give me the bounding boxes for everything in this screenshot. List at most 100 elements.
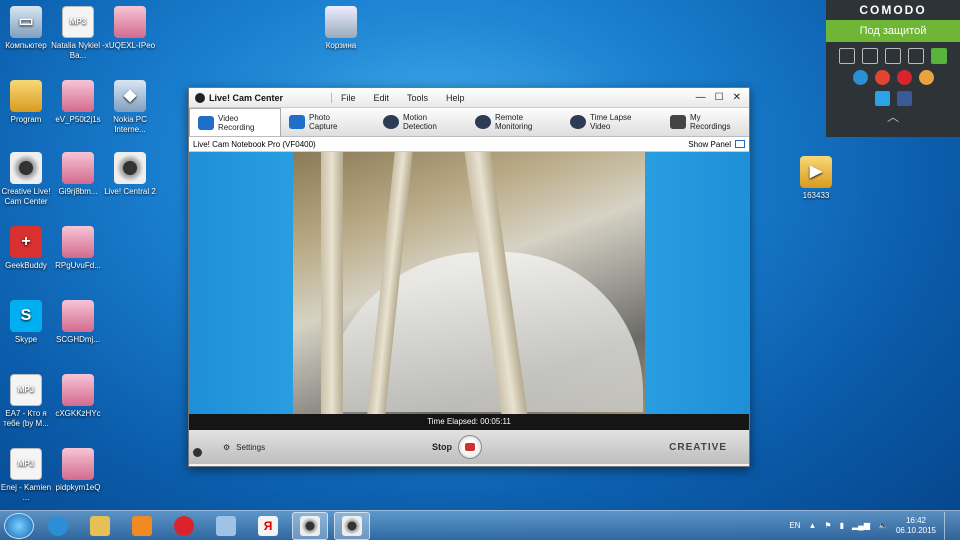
tasks-icon[interactable]: [839, 48, 855, 64]
motion-icon: [383, 115, 399, 129]
desktop-icon-nokia[interactable]: ◆ Nokia PC Interne...: [101, 80, 159, 135]
desktop-icon-skype[interactable]: S Skype: [0, 300, 55, 345]
kiosk-icon[interactable]: [885, 48, 901, 64]
desktop-icon-enej[interactable]: MP3 Enej - Kamien ...: [0, 448, 55, 503]
desktop-icon-pid[interactable]: pidpkym1eQ: [49, 448, 107, 493]
start-button[interactable]: [4, 512, 34, 539]
nokia-icon: ◆: [114, 80, 146, 112]
webcam-icon: [114, 152, 146, 184]
volume-icon[interactable]: 🔈: [878, 521, 888, 530]
stop-label: Stop: [432, 442, 452, 452]
battery-icon[interactable]: ▮: [840, 521, 844, 530]
network-icon[interactable]: ▂▄▆: [852, 521, 870, 530]
desktop-icon-xuq[interactable]: xUQEXL-IPeo: [101, 6, 159, 51]
comodo-widget: COMODO Под защитой ︿: [826, 0, 960, 137]
clock[interactable]: 16:42 06.10.2015: [896, 516, 936, 536]
skype-icon: S: [10, 300, 42, 332]
tab-remote-monitoring[interactable]: Remote Monitoring: [467, 108, 562, 136]
eject-icon[interactable]: [193, 448, 202, 457]
ie-icon[interactable]: [852, 70, 868, 85]
show-desktop-button[interactable]: [944, 511, 954, 540]
flag-icon[interactable]: ⚑: [824, 521, 831, 530]
collapse-icon[interactable]: ︿: [826, 108, 960, 125]
desktop-icon-rpg[interactable]: RPgUvuFd...: [49, 226, 107, 271]
show-panel-button[interactable]: Show Panel: [688, 140, 745, 149]
desktop-icon-cxg[interactable]: cXGKKzHYc: [49, 374, 107, 419]
desktop-icon-scg[interactable]: SCGHDmj...: [49, 300, 107, 345]
tab-motion-detection[interactable]: Motion Detection: [375, 108, 467, 136]
opera-icon: [174, 515, 194, 536]
taskbar-explorer[interactable]: [82, 512, 118, 540]
taskbar-opera[interactable]: [166, 512, 202, 540]
photo-icon: [114, 6, 146, 38]
desktop-icon-gi9[interactable]: Gi9rj8bm...: [49, 152, 107, 197]
camera-icon: [289, 115, 305, 129]
video-icon: ▶: [800, 156, 832, 188]
close-icon[interactable]: ✕: [733, 92, 741, 103]
desktop-icon-creative-cam[interactable]: Creative Live! Cam Center: [0, 152, 55, 207]
desktop-icon-video[interactable]: ▶ 163433: [787, 156, 845, 201]
chrome-icon[interactable]: [874, 70, 890, 85]
taskbar-yandex[interactable]: Я: [250, 512, 286, 540]
gear-icon: ⚙: [223, 442, 231, 452]
sandbox-icon[interactable]: [862, 48, 878, 64]
desktop-icon-geekbuddy[interactable]: + GeekBuddy: [0, 226, 55, 271]
control-bar: ⚙ Settings Stop CREATIVE: [189, 430, 749, 464]
support-icon[interactable]: [931, 48, 947, 64]
taskbar-audio[interactable]: [208, 512, 244, 540]
maximize-icon[interactable]: ☐: [715, 92, 724, 103]
trash-icon: [325, 6, 357, 38]
clock-icon: [570, 115, 586, 129]
desktop-icon-ea7[interactable]: MP3 EA7 - Кто я тебе (by M...: [0, 374, 55, 429]
mp3-icon: MP3: [10, 448, 42, 480]
menu-edit[interactable]: Edit: [365, 93, 399, 103]
folder-icon: [10, 80, 42, 112]
taskbar-ie[interactable]: [40, 512, 76, 540]
mp3-icon: MP3: [10, 374, 42, 406]
tab-video-recording[interactable]: Video Recording: [189, 108, 281, 136]
taskbar-live-cam-center[interactable]: [334, 511, 370, 540]
menu-help[interactable]: Help: [437, 93, 474, 103]
title-bar: Live! Cam Center File Edit Tools Help — …: [189, 88, 749, 108]
desktop-icon-ev[interactable]: eV_P50t2j1s: [49, 80, 107, 125]
firefox-icon[interactable]: [918, 70, 934, 85]
photo-icon: [62, 152, 94, 184]
desktop-icon-program[interactable]: Program: [0, 80, 55, 125]
language-indicator[interactable]: EN: [789, 521, 800, 530]
minimize-icon[interactable]: —: [696, 92, 706, 103]
tab-time-lapse[interactable]: Time Lapse Video: [562, 108, 662, 136]
comodo-brand: COMODO: [859, 3, 927, 17]
menu-file[interactable]: File: [332, 93, 365, 103]
desktop-icon-live-central[interactable]: Live! Central 2: [101, 152, 159, 197]
photo-icon: [62, 300, 94, 332]
settings-icon[interactable]: [908, 48, 924, 64]
live-cam-center-window: Live! Cam Center File Edit Tools Help — …: [188, 87, 750, 467]
taskbar-live-central[interactable]: [292, 511, 328, 540]
media-player-icon: [132, 515, 152, 536]
app-logo-icon: [195, 92, 205, 103]
chevron-up-icon[interactable]: ▲: [809, 521, 817, 530]
opera-icon[interactable]: [896, 70, 912, 85]
stop-control: Stop: [432, 435, 482, 459]
yandex-icon: Я: [258, 515, 278, 536]
facebook-icon[interactable]: [896, 91, 912, 106]
desktop-icon-natalia[interactable]: MP3 Natalia Nykiel - Ba...: [49, 6, 107, 61]
twitter-icon[interactable]: [874, 91, 890, 106]
video-camera-icon: [198, 115, 214, 130]
comodo-status[interactable]: Под защитой: [826, 20, 960, 42]
webcam-feed: [293, 152, 645, 414]
stop-button[interactable]: [458, 435, 482, 459]
desktop-icon-trash[interactable]: Корзина: [312, 6, 370, 51]
computer-icon: ▭: [10, 6, 42, 38]
ie-icon: [48, 515, 68, 536]
photo-icon: [62, 80, 94, 112]
tab-my-recordings[interactable]: My Recordings: [662, 108, 749, 136]
geekbuddy-icon: +: [10, 226, 42, 258]
taskbar-media[interactable]: [124, 512, 160, 540]
webcam-icon: [10, 152, 42, 184]
speaker-app-icon: [216, 515, 236, 536]
menu-tools[interactable]: Tools: [398, 93, 437, 103]
desktop-icon-computer[interactable]: ▭ Компьютер: [0, 6, 55, 51]
settings-button[interactable]: ⚙ Settings: [223, 443, 265, 452]
tab-photo-capture[interactable]: Photo Capture: [281, 108, 375, 136]
